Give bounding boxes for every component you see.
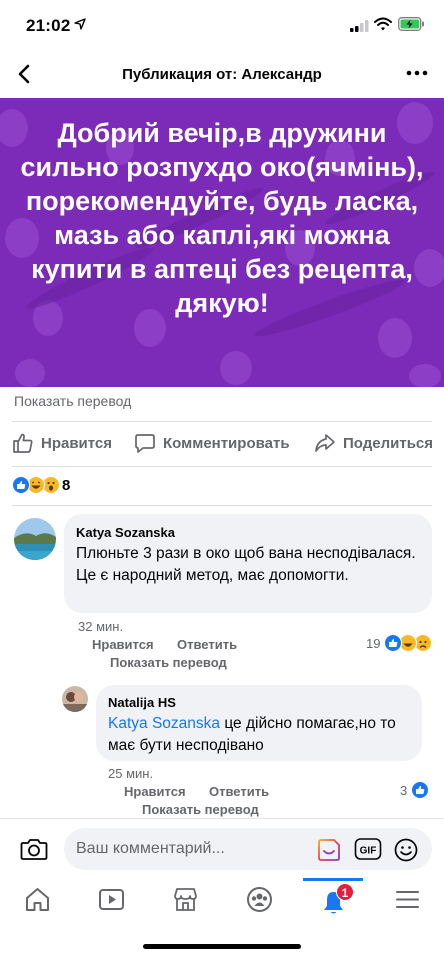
haha-reaction-icon: [399, 634, 418, 652]
reply-bubble: Natalija HS Katya Sozanska це дійсно пом…: [96, 685, 422, 761]
comment-reaction-count: 19: [366, 635, 381, 651]
groups-icon: [247, 887, 272, 912]
avatar[interactable]: [14, 518, 56, 560]
reply-reply-button[interactable]: Ответить: [209, 784, 269, 799]
comment-composer: Ваш комментарий... GIF: [0, 818, 444, 878]
status-time: 21:02: [26, 16, 71, 35]
home-icon: [26, 888, 49, 911]
tab-home[interactable]: [7, 878, 67, 924]
comment-label: Комментировать: [163, 434, 290, 452]
comment-input-placeholder: Ваш комментарий...: [76, 840, 225, 857]
divider: [12, 466, 432, 467]
back-arrow-icon[interactable]: [14, 62, 36, 86]
comment-translate-link[interactable]: Показать перевод: [110, 655, 227, 670]
comment-button[interactable]: Комментировать: [134, 432, 290, 454]
home-indicator: [143, 944, 301, 949]
tab-marketplace[interactable]: [155, 878, 215, 924]
comment-bubble: Katya Sozanska Плюньте 3 рази в око щоб …: [64, 514, 432, 613]
like-reaction-icon: [411, 781, 430, 799]
notifications-badge: 1: [336, 883, 354, 901]
comment-reply-button[interactable]: Ответить: [177, 637, 237, 652]
post-text-image[interactable]: Добрий вечір,в дружини сильно розпухдо о…: [0, 98, 444, 387]
share-button[interactable]: Поделиться: [314, 432, 433, 454]
reply-text: Katya Sozanska це дійсно помагає,но то м…: [108, 713, 414, 757]
marketplace-icon: [174, 888, 197, 911]
sticker-icon[interactable]: [316, 837, 342, 863]
reactions-summary[interactable]: 8: [12, 476, 70, 494]
divider: [12, 505, 432, 506]
tab-watch[interactable]: [81, 878, 141, 924]
like-button[interactable]: Нравится: [12, 432, 112, 454]
video-icon: [99, 889, 124, 910]
reactions-count: 8: [62, 476, 71, 494]
divider: [12, 421, 432, 422]
like-reaction-icon: [12, 476, 30, 494]
comment-reactions[interactable]: 19: [366, 634, 433, 652]
battery-charging-icon: [398, 17, 424, 31]
gif-label: GIF: [360, 846, 377, 857]
camera-icon[interactable]: [20, 837, 48, 861]
mention-link[interactable]: Katya Sozanska: [108, 715, 220, 732]
like-reaction-icon: [384, 634, 403, 652]
tab-notifications[interactable]: 1: [303, 878, 363, 924]
share-arrow-icon: [315, 434, 335, 452]
reply-translate-link[interactable]: Показать перевод: [142, 802, 259, 817]
reply-reaction-count: 3: [400, 782, 408, 798]
gif-icon[interactable]: GIF: [354, 837, 382, 861]
comment-author[interactable]: Katya Sozanska: [76, 525, 175, 540]
more-options-icon[interactable]: [406, 68, 428, 78]
tab-menu[interactable]: [377, 878, 437, 924]
like-label: Нравится: [41, 434, 113, 452]
menu-icon: [396, 891, 419, 908]
comment-bubble-icon: [135, 434, 155, 453]
avatar[interactable]: [62, 686, 88, 712]
comment-time: 32 мин.: [78, 619, 124, 634]
thumbs-up-icon: [13, 433, 33, 453]
tab-groups[interactable]: [229, 878, 289, 924]
comment-like-button[interactable]: Нравится: [92, 637, 154, 652]
reply-like-button[interactable]: Нравится: [124, 784, 186, 799]
comment-input[interactable]: Ваш комментарий... GIF: [64, 828, 432, 870]
page-title: Публикация от: Александр: [122, 66, 322, 83]
post-actions: Нравится Комментировать Поделиться: [0, 428, 444, 460]
reply-time: 25 мин.: [108, 766, 154, 781]
status-bar: 21:02: [0, 0, 444, 52]
show-translation-link[interactable]: Показать перевод: [14, 393, 131, 409]
comment-text: Плюньте 3 рази в око щоб вана несподівал…: [76, 545, 416, 584]
share-label: Поделиться: [343, 434, 434, 452]
cellular-signal-icon: [350, 20, 369, 32]
sad-reaction-icon: [414, 634, 433, 652]
wifi-icon: [374, 17, 392, 31]
post-image-text: Добрий вечір,в дружини сильно розпухдо о…: [20, 118, 424, 318]
post-header: Публикация от: Александр: [0, 52, 444, 98]
reply-reactions[interactable]: 3: [400, 781, 430, 799]
location-arrow-icon: [74, 18, 86, 30]
emoji-icon[interactable]: [393, 837, 419, 863]
reply-author[interactable]: Natalija HS: [108, 695, 176, 710]
